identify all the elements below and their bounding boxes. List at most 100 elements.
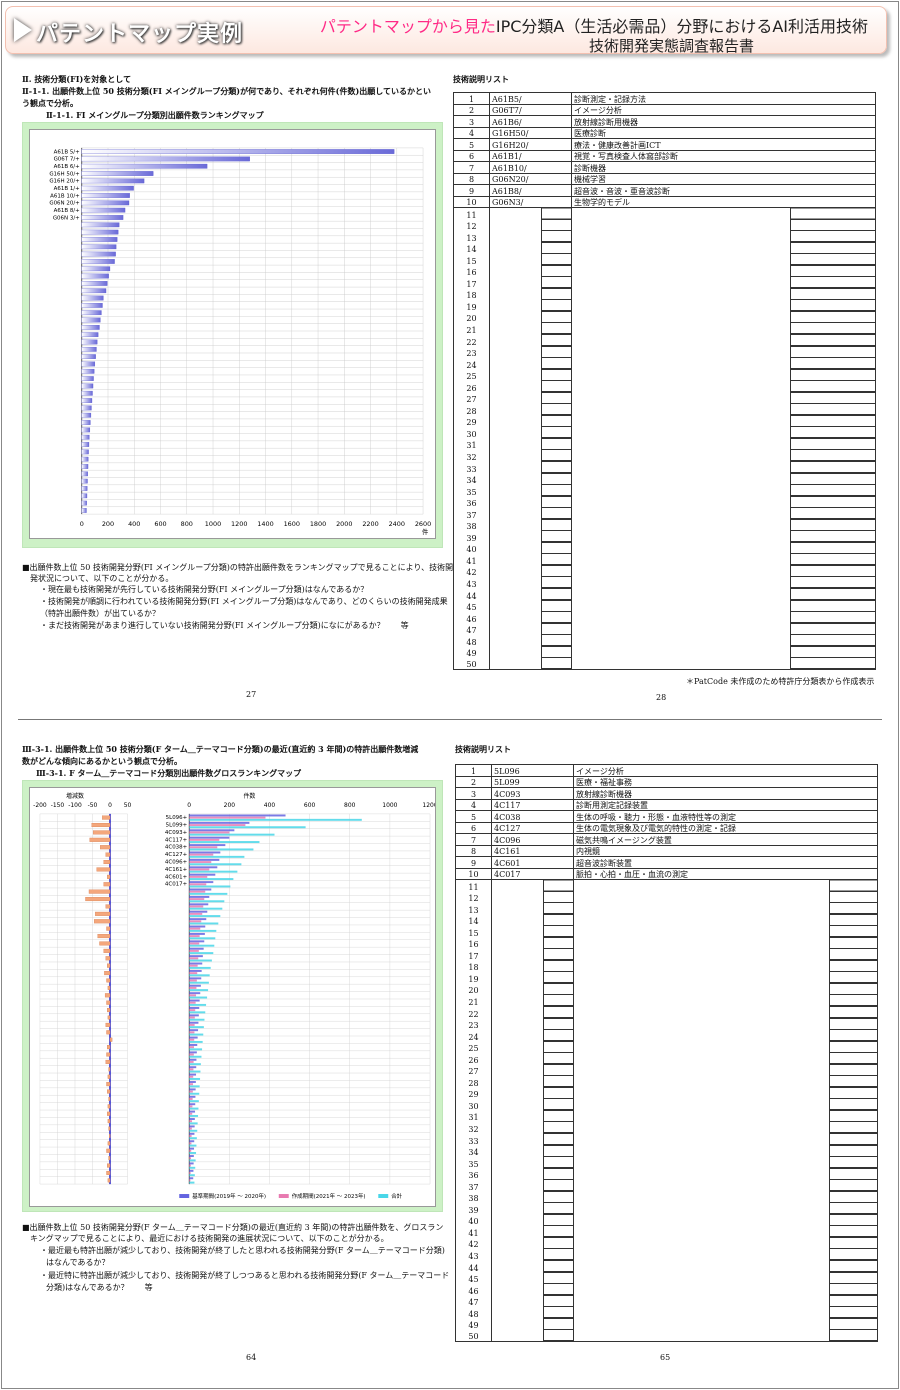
row-code [489,508,542,520]
p64-caption: Ⅲ-3-1. F ターム＿テーマコード分類別出願件数グロスランキングマップ [36,768,302,778]
row-code [489,323,542,335]
row-code-ext [541,508,572,520]
row-extra [829,1318,879,1331]
row-number: 44 [455,1261,492,1273]
row-extra [790,485,876,497]
table-row: 17 [455,949,879,961]
row-code [489,219,542,232]
bar [81,156,250,162]
series-bar [189,981,209,984]
series-bar [189,1081,196,1083]
row-code: A61B5/ [489,92,572,105]
row-desc [573,1237,831,1250]
table-row: 21 [455,995,879,1007]
series-bar [189,831,230,834]
row-extra [829,1134,879,1146]
row-number: 50 [453,658,490,670]
legend-label: 基準期間(2019年 ～ 2020年) [192,1192,266,1200]
row-code: A61B8/ [489,184,572,197]
series-bar [189,858,220,861]
row-code-ext [543,1307,575,1319]
series-bar [189,1169,194,1172]
row-desc [571,231,791,243]
category-label: 4C038+ [165,845,187,851]
row-extra [829,995,879,1007]
row-desc [571,242,791,255]
row-code-ext [541,265,572,278]
series-bar [189,892,228,895]
row-number: 18 [453,288,490,301]
series-bar [189,979,197,982]
table-row: 24 [453,358,876,370]
category-label: G06T 7/+ [54,157,80,163]
row-number: 13 [455,903,492,915]
left-tick-label: 0 [108,802,112,809]
row-code: G16H20/ [489,138,572,151]
change-bar [94,919,111,924]
row-code: 4C601 [491,856,575,869]
row-desc [573,1330,831,1342]
p64-heading: Ⅲ-3-1. 出願件数上位 50 技術分類(F ターム＿テーマコード分類)の最近… [22,744,419,754]
row-desc [573,1318,831,1331]
table-row: 10 G06N3/生物学的モデル [453,196,876,208]
table-row: 16 [455,937,879,950]
table-row: 32 [455,1122,879,1134]
row-extra [790,450,876,462]
x-tick-label: 2400 [389,520,405,528]
row-number: 3 [453,115,490,128]
row-code-ext [543,1018,575,1031]
change-bar [96,867,111,872]
row-desc: 視覚・写真検査人体窩部診断 [571,150,876,162]
row-code [489,462,542,474]
row-number: 24 [453,358,490,370]
bar [81,332,99,338]
table-row: 27 [455,1064,879,1077]
row-number: 7 [455,833,492,846]
row-code-ext [541,519,572,532]
category-label: A61B 8/+ [54,208,80,214]
series-bar [189,1058,197,1061]
row-desc [571,462,791,474]
row-code-ext [543,914,575,927]
p65-title: 技術説明リスト [455,744,511,754]
series-bar [189,969,202,972]
change-bar [88,889,111,894]
table-row: 4 4C117 診断用測定記録装置 [455,799,879,811]
row-code: 5L099 [491,776,575,788]
table-row: 13 [455,903,879,915]
table-row: 13 [453,231,876,243]
table-row: 35 [455,1157,879,1169]
table-row: 33 [453,462,876,474]
series-bar [189,1021,199,1024]
row-desc [573,1295,831,1308]
table-row: 23 [453,346,876,359]
category-label: 4C127+ [165,852,187,858]
table-row: 32 [453,450,876,462]
row-code [491,1261,544,1273]
series-bar [189,1107,199,1110]
row-code [489,496,542,509]
series-bar [189,1120,193,1123]
table-row: 44 [453,589,876,601]
row-desc [571,334,791,347]
row-extra [790,508,876,520]
bar [81,244,117,250]
table-row: 8 G06N20/機械学習 [453,173,876,185]
row-number: 4 [453,127,490,139]
row-code [489,346,542,359]
legend-label: 作成期間(2021年 ～ 2023年) [292,1192,366,1200]
row-code [491,960,544,973]
series-bar [189,925,206,928]
change-bar [107,1119,111,1124]
bar [81,405,92,411]
series-bar [189,1073,197,1076]
row-code-ext [543,1099,575,1111]
row-number: 36 [455,1168,492,1181]
row-extra [829,983,879,996]
table-row: 20 [455,983,879,996]
row-desc: 脈拍・心拍・血圧・血流の測定 [573,868,879,880]
series-bar [189,1142,192,1145]
table-row: 27 [453,392,876,405]
legend-label: 合計 [391,1192,402,1200]
bar [81,412,92,418]
